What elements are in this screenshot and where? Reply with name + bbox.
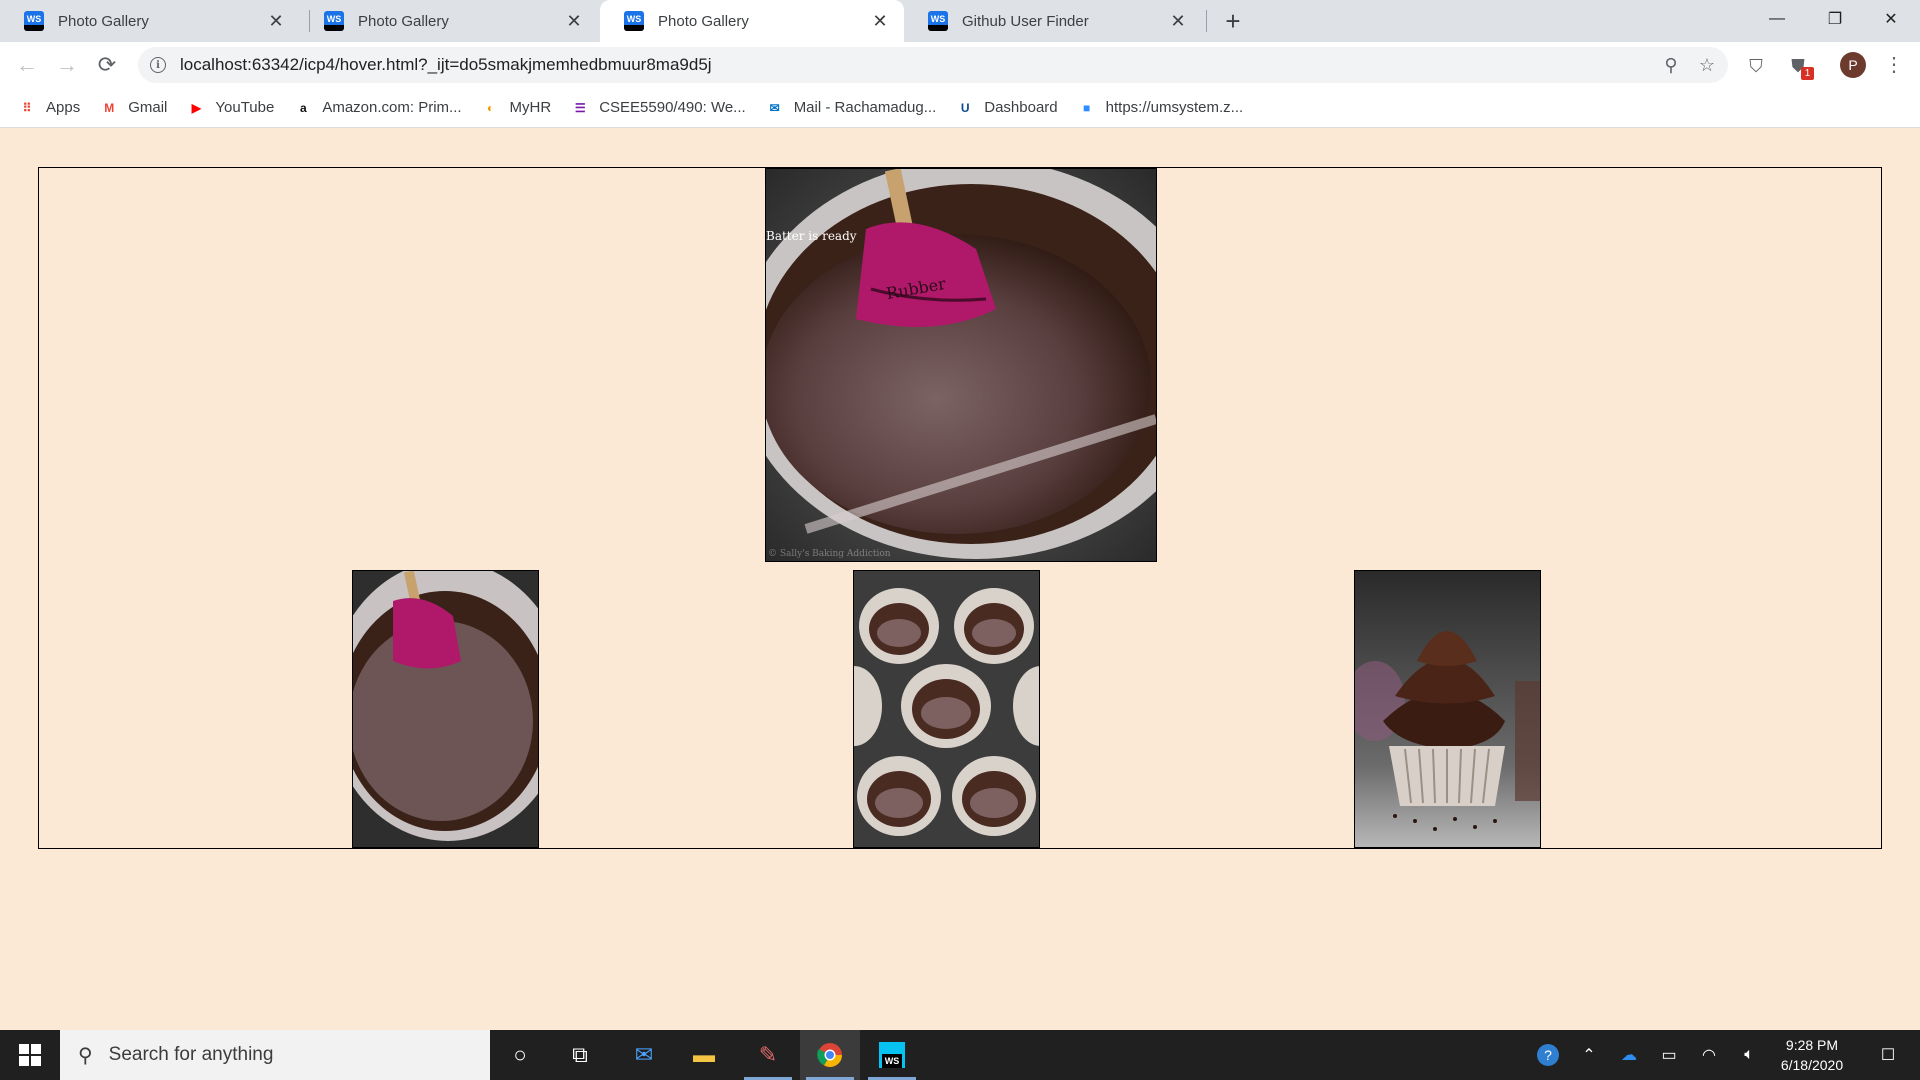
tab-title: Photo Gallery (58, 12, 149, 30)
bookmark-label: Dashboard (984, 99, 1058, 116)
gallery-container: Rubber Batter is ready © Sally's Baking … (38, 167, 1882, 849)
new-tab-button[interactable]: + (1218, 6, 1248, 36)
webstorm-icon: WS (928, 11, 948, 31)
clock-time: 9:28 PM (1785, 1037, 1839, 1053)
close-icon[interactable]: ✕ (870, 11, 890, 31)
mail-app-icon[interactable]: ✉ (614, 1030, 674, 1080)
address-bar[interactable]: i localhost:63342/icp4/hover.html?_ijt=d… (138, 47, 1728, 83)
bookmark-umkc[interactable]: U Dashboard (956, 99, 1058, 117)
shield-extension-icon[interactable]: ⛉ (1742, 52, 1770, 80)
image-caption: Batter is ready (766, 229, 857, 243)
zoom-icon: ■ (1083, 100, 1091, 115)
photo-watermark: © Sally's Baking Addiction (768, 549, 891, 559)
thumbnail-cupcake-liners[interactable] (853, 570, 1040, 848)
close-icon[interactable]: ✕ (564, 11, 584, 31)
close-icon[interactable]: ✕ (266, 11, 286, 31)
batter-thumb-photo (353, 571, 538, 847)
site-info-icon[interactable]: i (150, 57, 166, 73)
bookmark-gmail[interactable]: M Gmail (100, 99, 167, 117)
amazon-icon: a (299, 100, 307, 115)
bookmarks-bar: ⠿ Apps M Gmail ▶ YouTube a Amazon.com: Prim... ◐… (0, 88, 1920, 128)
extension-badge: 1 (1801, 67, 1814, 80)
bookmark-label: CSEE5590/490: We... (599, 99, 746, 116)
tab-photo-gallery-active[interactable]: WS Photo Gallery ✕ (600, 0, 904, 42)
youtube-icon: ▶ (191, 100, 201, 115)
onenote-icon: ☰ (574, 100, 586, 115)
tab-strip: WS Photo Gallery ✕ WS Photo Gallery ✕ WS… (0, 0, 1920, 42)
bookmark-label: Apps (46, 99, 81, 116)
bookmark-myhr[interactable]: ◐ MyHR (482, 99, 552, 117)
windows-taskbar: ⚲ Search for anything ○ ⧉ ✉ ▬ ✎ WS ? ⌃ ☁… (0, 1030, 1920, 1080)
chrome-icon[interactable] (800, 1030, 860, 1080)
liners-thumb-photo (854, 571, 1039, 847)
bookmark-amazon[interactable]: a Amazon.com: Prim... (294, 99, 462, 117)
zoom-icon[interactable]: ⚲ (1656, 50, 1686, 80)
help-icon[interactable]: ? (1532, 1030, 1564, 1080)
tab-github-user-finder[interactable]: WS Github User Finder ✕ (904, 0, 1202, 42)
notification-center-icon[interactable]: ☐ (1866, 1030, 1910, 1080)
close-icon[interactable]: ✕ (1168, 11, 1188, 31)
bookmark-label: Amazon.com: Prim... (322, 99, 462, 116)
taskbar-search[interactable]: ⚲ Search for anything (60, 1030, 490, 1080)
bookmark-label: Mail - Rachamadug... (793, 99, 937, 116)
bookmark-youtube[interactable]: ▶ YouTube (187, 99, 275, 117)
browser-menu-icon[interactable]: ⋮ (1884, 50, 1904, 80)
paint-icon[interactable]: ✎ (738, 1030, 798, 1080)
system-clock[interactable]: 9:28 PM 6/18/2020 (1764, 1030, 1860, 1080)
search-placeholder: Search for anything (108, 1044, 274, 1065)
webstorm-icon: WS (324, 11, 344, 31)
tab-title: Photo Gallery (358, 12, 449, 30)
onedrive-icon[interactable]: ☁ (1614, 1030, 1644, 1080)
file-explorer-icon[interactable]: ▬ (674, 1030, 734, 1080)
adblock-extension-icon[interactable]: ⛊ 1 (1784, 52, 1814, 80)
bookmark-apps-grid[interactable]: ⠿ Apps (18, 99, 81, 117)
restore-button[interactable]: ❐ (1806, 0, 1864, 38)
forward-button[interactable]: → (52, 50, 82, 80)
tab-photo-gallery-2[interactable]: WS Photo Gallery ✕ (300, 0, 598, 42)
batter-bowl-photo: Rubber (766, 169, 1156, 561)
webstorm-icon: WS (624, 11, 644, 31)
wifi-icon[interactable]: ◠ (1694, 1030, 1724, 1080)
bookmark-star-icon[interactable]: ☆ (1692, 50, 1722, 80)
task-view-icon[interactable]: ⧉ (550, 1030, 610, 1080)
reload-button[interactable]: ⟳ (92, 50, 122, 80)
minimize-button[interactable]: — (1748, 0, 1806, 38)
apps-grid-icon: ⠿ (22, 100, 32, 115)
outlook-icon: ✉ (769, 100, 780, 115)
volume-icon[interactable]: 🔈︎ (1734, 1030, 1764, 1080)
tab-title: Photo Gallery (658, 12, 749, 30)
back-button[interactable]: ← (12, 50, 42, 80)
bookmark-zoom[interactable]: ■ https://umsystem.z... (1078, 99, 1244, 117)
tab-title: Github User Finder (962, 12, 1089, 30)
chevron-up-icon[interactable]: ⌃ (1574, 1030, 1604, 1080)
cupcake-thumb-photo (1355, 571, 1540, 847)
bookmark-outlook[interactable]: ✉ Mail - Rachamadug... (766, 99, 937, 117)
bookmark-label: YouTube (215, 99, 275, 116)
bookmark-label: https://umsystem.z... (1105, 99, 1244, 116)
bookmark-label: Gmail (128, 99, 168, 116)
windows-start-icon[interactable] (0, 1030, 60, 1080)
clock-date: 6/18/2020 (1780, 1057, 1844, 1073)
url-text[interactable]: localhost:63342/icp4/hover.html?_ijt=do5… (180, 55, 1656, 75)
cortana-icon[interactable]: ○ (490, 1030, 550, 1080)
profile-avatar[interactable]: P (1840, 52, 1866, 78)
window-close-button[interactable]: ✕ (1862, 0, 1920, 38)
webstorm-icon[interactable]: WS (862, 1030, 922, 1080)
featured-image: Rubber Batter is ready © Sally's Baking … (765, 168, 1157, 562)
search-icon: ⚲ (78, 1044, 93, 1067)
thumbnail-frosted-cupcake[interactable] (1354, 570, 1541, 848)
tab-photo-gallery-1[interactable]: WS Photo Gallery ✕ (0, 0, 300, 42)
webstorm-icon: WS (24, 11, 44, 31)
browser-toolbar: ← → ⟳ i localhost:63342/icp4/hover.html?… (0, 42, 1920, 88)
bookmark-onenote[interactable]: ☰ CSEE5590/490: We... (571, 99, 746, 117)
myhr-icon: ◐ (486, 100, 495, 115)
thumbnail-batter-bowl[interactable] (352, 570, 539, 848)
battery-icon[interactable]: ▭ (1654, 1030, 1684, 1080)
bookmark-label: MyHR (509, 99, 552, 116)
gmail-icon: M (104, 100, 115, 115)
umkc-icon: U (960, 100, 970, 115)
